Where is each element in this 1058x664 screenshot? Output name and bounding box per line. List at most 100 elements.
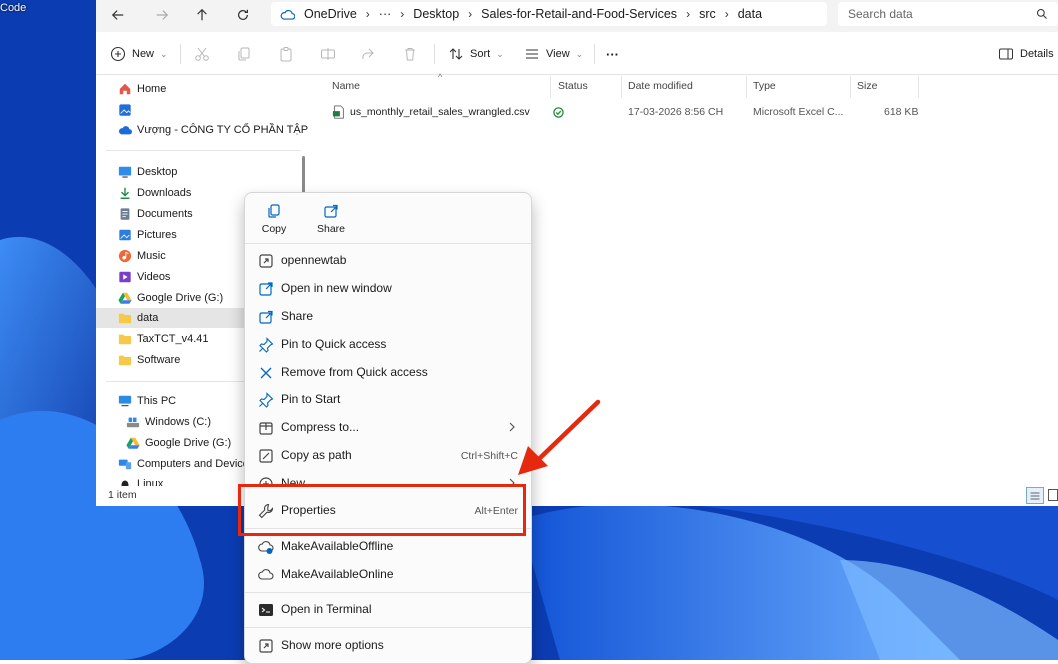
pictures-icon [119, 229, 131, 241]
rename-button[interactable] [320, 42, 336, 66]
menu-item-label: Share [281, 309, 314, 323]
more-options-button[interactable]: ··· [606, 42, 619, 66]
toolbar-divider [434, 44, 435, 64]
menu-item-make-available-online[interactable]: MakeAvailableOnline [245, 562, 531, 588]
sidebar-item-label: Videos [137, 271, 171, 283]
menu-item-label: Copy as path [281, 448, 352, 462]
menu-item-pin-to-start[interactable]: Pin to Start [245, 387, 531, 413]
sidebar-item-label: Windows (C:) [145, 416, 212, 428]
menu-item-label: Pin to Quick access [281, 337, 387, 351]
address-bar[interactable]: OneDrive › ··· › Desktop › Sales-for-Ret… [271, 2, 827, 26]
column-divider[interactable] [850, 76, 851, 98]
column-header-status[interactable]: Status [558, 80, 588, 92]
sidebar-scrollbar[interactable] [302, 156, 305, 196]
drive-icon [126, 417, 140, 428]
menu-item-show-more-options[interactable]: Show more options [245, 633, 531, 659]
menu-item-label: Remove from Quick access [281, 365, 428, 379]
search-input[interactable]: Search data [838, 2, 1058, 26]
trash-icon [405, 48, 415, 61]
menu-item-copy-as-path[interactable]: Copy as path Ctrl+Shift+C [245, 443, 531, 469]
column-header-type[interactable]: Type [753, 80, 776, 92]
sidebar-item-gallery[interactable] [96, 100, 310, 120]
details-pane-button[interactable]: Details [998, 42, 1054, 66]
back-button[interactable] [105, 3, 131, 27]
devices-icon [118, 459, 132, 470]
pc-icon [118, 395, 132, 407]
quick-action-share[interactable]: Share [311, 203, 351, 239]
menu-divider [245, 592, 531, 593]
desktop-icon [118, 166, 132, 178]
quick-action-copy[interactable]: Copy [254, 203, 294, 239]
sidebar-item-label: Documents [137, 208, 193, 220]
csv-file-icon [332, 105, 344, 119]
breadcrumb-overflow[interactable]: ··· [370, 7, 401, 21]
sidebar-item-label: Google Drive (G:) [145, 437, 232, 449]
sidebar-item-onedrive[interactable]: Vượng - CÔNG TY CỔ PHẦN TẬP Đ [96, 120, 310, 140]
share-button[interactable] [360, 42, 376, 66]
scissors-icon [195, 47, 209, 61]
rename-icon [321, 48, 335, 60]
refresh-button[interactable] [230, 3, 256, 27]
new-button[interactable]: New ⌄ [110, 42, 168, 66]
cut-button[interactable] [194, 42, 210, 66]
column-divider[interactable] [918, 76, 919, 98]
breadcrumb-data[interactable]: data [729, 7, 771, 21]
breadcrumb-onedrive[interactable]: OneDrive [295, 7, 366, 21]
menu-item-label: Pin to Start [281, 392, 341, 406]
tiles-view-toggle[interactable] [1048, 489, 1058, 501]
chevron-down-icon: ⌄ [496, 48, 504, 59]
column-header-date[interactable]: Date modified [628, 80, 693, 92]
menu-item-open-terminal[interactable]: Open in Terminal [245, 597, 531, 623]
properties-highlight-box [238, 484, 526, 536]
sidebar-item-desktop[interactable]: Desktop [96, 162, 310, 182]
menu-item-opennewtab[interactable]: opennewtab [245, 248, 531, 274]
pin-icon [259, 392, 274, 408]
column-divider[interactable] [621, 76, 622, 98]
desktop-icon-label[interactable]: Code [0, 2, 26, 14]
sidebar-item-label: Music [137, 250, 166, 262]
file-date-modified: 17-03-2026 8:56 CH [628, 106, 724, 118]
clipboard-icon [280, 47, 292, 62]
column-divider[interactable] [550, 76, 551, 98]
breadcrumb-src[interactable]: src [690, 7, 725, 21]
cloud-icon [258, 569, 274, 580]
item-count: 1 item [108, 489, 137, 501]
menu-item-label: Open in new window [281, 281, 392, 295]
menu-item-remove-quick-access[interactable]: Remove from Quick access [245, 360, 531, 386]
details-view-toggle[interactable] [1026, 487, 1044, 504]
sidebar-item-label: TaxTCT_v4.41 [137, 333, 209, 345]
sidebar-item-label: Linux [137, 478, 164, 486]
navigation-bar: OneDrive › ··· › Desktop › Sales-for-Ret… [96, 0, 1058, 32]
copy-icon [268, 204, 280, 218]
view-label: View [546, 48, 570, 60]
videos-icon [119, 271, 131, 283]
breadcrumb-project[interactable]: Sales-for-Retail-and-Food-Services [472, 7, 686, 21]
menu-item-make-available-offline[interactable]: MakeAvailableOffline [245, 534, 531, 560]
cloud-download-icon [258, 541, 274, 554]
up-button[interactable] [189, 3, 215, 27]
sidebar-item-label: Downloads [137, 187, 192, 199]
copy-button[interactable] [236, 42, 252, 66]
paste-button[interactable] [278, 42, 294, 66]
menu-item-label: MakeAvailableOnline [281, 567, 394, 581]
menu-item-compress[interactable]: Compress to... [245, 415, 531, 441]
sidebar-item-home[interactable]: Home [96, 79, 310, 99]
delete-button[interactable] [402, 42, 418, 66]
synced-check-icon [553, 107, 564, 118]
forward-button[interactable] [149, 3, 175, 27]
menu-item-share[interactable]: Share [245, 304, 531, 330]
column-header-size[interactable]: Size [857, 80, 877, 92]
menu-item-pin-quick-access[interactable]: Pin to Quick access [245, 332, 531, 358]
sort-button[interactable]: Sort ⌄ [448, 42, 504, 66]
quick-action-label: Share [316, 223, 346, 235]
column-header-name[interactable]: Name [332, 80, 360, 92]
column-divider[interactable] [746, 76, 747, 98]
breadcrumb-desktop[interactable]: Desktop [404, 7, 468, 21]
view-button[interactable]: View ⌄ [524, 42, 583, 66]
google-drive-icon [126, 437, 140, 449]
menu-item-new[interactable]: New [245, 471, 531, 485]
quick-action-label: Copy [261, 223, 287, 235]
context-menu: Copy Share opennewtab Open in new window… [244, 192, 532, 664]
documents-icon [120, 208, 130, 220]
menu-item-open-new-window[interactable]: Open in new window [245, 276, 531, 302]
